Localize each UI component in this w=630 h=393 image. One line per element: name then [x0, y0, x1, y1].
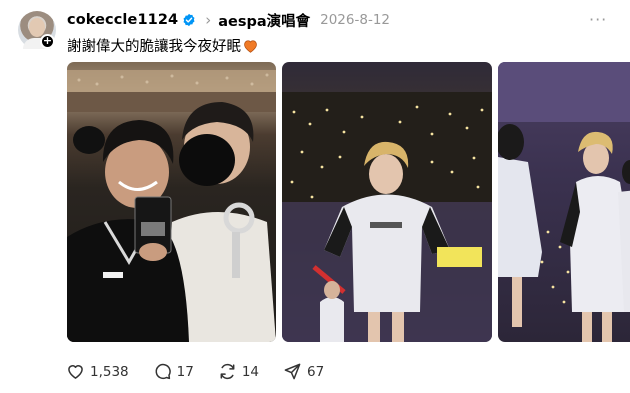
like-count: 1,538: [90, 363, 129, 380]
photo-3-scene: [498, 62, 630, 342]
photo-1-scene: [67, 70, 276, 342]
reply-count: 17: [176, 363, 194, 380]
photo-carousel[interactable]: [67, 62, 630, 342]
topic-link[interactable]: aespa演唱會: [218, 10, 310, 31]
share-count: 67: [307, 363, 325, 380]
send-icon: [284, 363, 301, 380]
verified-badge-icon: [183, 13, 195, 27]
photo-1[interactable]: [67, 62, 276, 342]
share-button[interactable]: 67: [283, 362, 324, 381]
post-header: cokeccle1124 › aespa演唱會 2026-8-12: [67, 10, 390, 30]
post-date: 2026-8-12: [320, 12, 390, 28]
chevron-right-icon: ›: [205, 11, 212, 29]
orange-heart-icon: [244, 39, 257, 53]
repost-count: 14: [241, 363, 260, 380]
caption-text: 謝謝偉大的脆讓我今夜好眠: [67, 39, 241, 55]
photo-2-scene: [282, 92, 492, 342]
heart-icon: [68, 365, 83, 379]
more-options-button[interactable]: ···: [589, 10, 607, 29]
follow-button[interactable]: +: [40, 34, 55, 49]
reply-button[interactable]: 17: [153, 362, 194, 381]
comment-icon: [155, 363, 171, 380]
photo-2[interactable]: [282, 62, 492, 342]
repost-icon: [220, 363, 235, 380]
like-button[interactable]: 1,538: [66, 362, 129, 381]
repost-button[interactable]: 14: [218, 362, 259, 381]
author-username[interactable]: cokeccle1124: [67, 12, 178, 28]
photo-3[interactable]: [498, 62, 630, 342]
post-actions: 1,538 17 14 67: [66, 362, 348, 381]
post-caption: 謝謝偉大的脆讓我今夜好眠: [67, 35, 258, 56]
